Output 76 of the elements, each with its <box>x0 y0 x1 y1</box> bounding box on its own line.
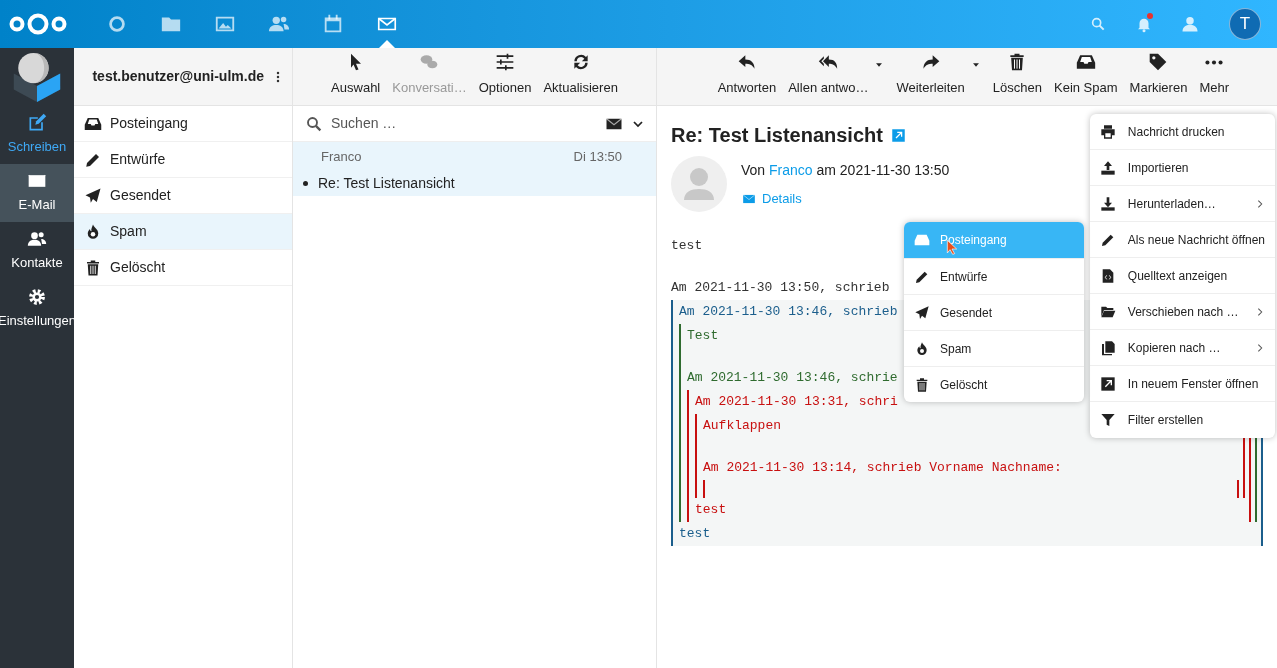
contacts-icon <box>1180 14 1200 34</box>
upload-icon <box>1099 159 1116 176</box>
quoted-text: test <box>695 501 727 519</box>
menu-item[interactable]: Herunterladen… <box>1089 186 1275 222</box>
toolbar-button[interactable]: Optionen <box>478 51 532 97</box>
menu-item[interactable]: Verschieben nach … <box>1089 294 1275 330</box>
filter-icon <box>1099 412 1116 428</box>
sliders-icon <box>495 51 516 72</box>
app-rail-item[interactable]: Kontakte <box>0 222 74 280</box>
menu-item[interactable]: Gesendet <box>904 294 1084 330</box>
message-title: Re: Test Listenansicht <box>671 123 883 148</box>
toolbar-button[interactable]: Allen antwo… <box>788 51 869 97</box>
paper-plane-icon <box>84 186 102 205</box>
chevron-right-icon <box>1255 341 1265 354</box>
user-avatar[interactable]: T <box>1229 8 1261 40</box>
quoted-text: Am 2021-11-30 13:31, schri <box>695 393 898 411</box>
menu-item[interactable]: Kopieren nach … <box>1089 330 1275 366</box>
toolbar-button[interactable]: Weiterleiten <box>896 51 965 97</box>
inbox-icon <box>914 232 930 248</box>
trash-icon <box>84 258 102 277</box>
search-icon <box>305 114 323 133</box>
toolbar-button[interactable]: Aktualisieren <box>543 51 618 97</box>
settings-icon <box>27 287 47 308</box>
toolbar-button[interactable]: Kein Spam <box>1054 51 1118 97</box>
menu-item[interactable]: Filter erstellen <box>1089 402 1275 438</box>
calendar-icon <box>322 13 344 35</box>
search-icon <box>1090 16 1106 32</box>
menu-item[interactable]: Gelöscht <box>904 366 1084 402</box>
app-rail-item[interactable]: Schreiben <box>0 106 74 164</box>
menu-item[interactable]: Entwürfe <box>904 258 1084 294</box>
menu-item[interactable]: Quelltext anzeigen <box>1089 258 1275 294</box>
compose-icon <box>27 113 47 134</box>
quoted-text: Am 2021-11-30 13:14, schrieb Vorname Nachname: <box>703 459 1062 477</box>
toolbar-button[interactable]: Auswahl <box>331 51 381 97</box>
sender-line: Von Franco am 2021-11-30 13:50 <box>741 161 950 180</box>
copy-icon <box>1099 339 1116 356</box>
chevron-right-icon <box>1255 305 1265 318</box>
quoted-text: Aufklappen <box>703 417 781 435</box>
toolbar-button[interactable]: Markieren <box>1129 51 1188 97</box>
quoted-text: test <box>679 525 711 543</box>
search-field[interactable]: Suchen … <box>331 113 596 134</box>
toolbar-button[interactable]: Löschen <box>992 51 1042 97</box>
quoted-text: Am 2021-11-30 13:46, schrie <box>687 369 898 387</box>
quoted-text: Am 2021-11-30 13:46, schrieb <box>679 303 898 321</box>
download-icon <box>1099 195 1116 212</box>
menu-item[interactable]: Importieren <box>1089 150 1275 186</box>
envelope-icon <box>741 191 757 206</box>
dashboard-icon <box>106 13 128 35</box>
open-in-window-button[interactable] <box>890 127 906 143</box>
chevron-right-icon <box>1255 197 1265 210</box>
message-sender: Franco <box>321 148 362 166</box>
account-email: test.benutzer@uni-ulm.de <box>92 67 264 86</box>
avatar-placeholder <box>671 156 727 212</box>
printer-icon <box>1099 123 1116 140</box>
app-rail-item[interactable]: E-Mail <box>0 164 74 222</box>
menu-item[interactable]: Als neue Nachricht öffnen <box>1089 222 1275 258</box>
trash-icon <box>914 376 930 393</box>
toolbar-button[interactable]: Antworten <box>717 51 777 97</box>
paper-plane-icon <box>914 304 930 321</box>
message-date: Di 13:50 <box>573 148 622 166</box>
external-link-icon <box>1099 375 1116 392</box>
menu-item[interactable]: Nachricht drucken <box>1089 114 1275 150</box>
message-subject: Re: Test Listenansicht <box>318 173 455 193</box>
menu-item[interactable]: In neuem Fenster öffnen <box>1089 366 1275 402</box>
folder-item[interactable]: Spam <box>74 214 292 250</box>
quoted-text: test <box>671 237 703 255</box>
logo-icon <box>8 12 68 36</box>
quoted-text: Am 2021-11-30 13:50, schrieb <box>671 279 890 297</box>
toolbar-button[interactable]: Mehr <box>1199 52 1229 97</box>
tag-icon <box>1148 51 1169 72</box>
external-link-icon <box>890 127 906 143</box>
menu-item[interactable]: Spam <box>904 330 1084 366</box>
quoted-text: Test <box>687 327 719 345</box>
flame-icon <box>914 340 930 357</box>
message-list-item[interactable]: Franco Di 13:50 Re: Test Listenansicht <box>293 142 656 196</box>
more-icon <box>1205 59 1224 65</box>
